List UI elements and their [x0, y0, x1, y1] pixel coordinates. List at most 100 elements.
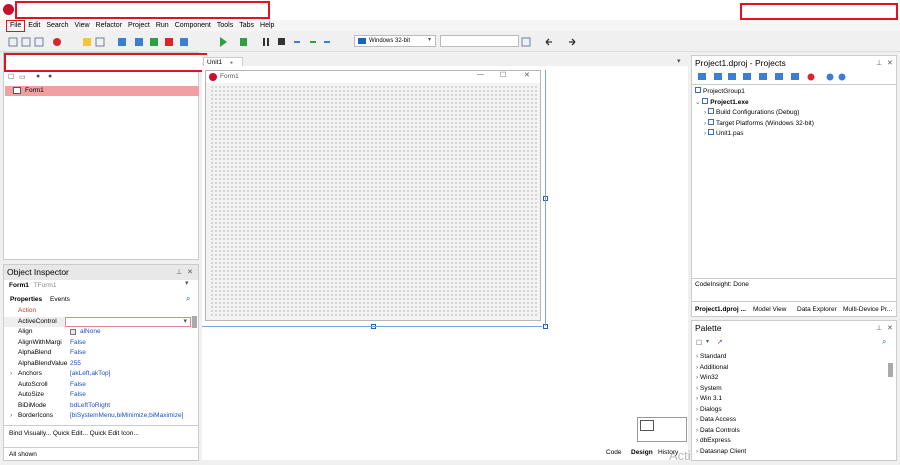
close-icon[interactable]: ✕: [187, 268, 193, 276]
editor-tabs-chevron-down-icon[interactable]: ▾: [677, 57, 681, 65]
tab-properties[interactable]: Properties: [10, 296, 42, 303]
form-minimap[interactable]: [637, 417, 687, 442]
property-value[interactable]: False: [70, 348, 86, 359]
structure-tree-item[interactable]: Form1: [5, 86, 199, 96]
chevron-down-icon[interactable]: ▾: [185, 279, 189, 287]
property-checkbox[interactable]: [70, 329, 76, 335]
property-value[interactable]: bdLeftToRight: [70, 401, 110, 412]
project-tree-item[interactable]: › Build Configurations (Debug): [704, 108, 799, 116]
active-control-dropdown[interactable]: ▾: [65, 316, 191, 328]
tree-chevron-icon[interactable]: ›: [704, 109, 706, 116]
palette-category[interactable]: › Dialogs: [696, 406, 722, 413]
tree-chevron-icon[interactable]: ⌄: [695, 99, 700, 106]
form-grid[interactable]: [210, 85, 538, 318]
property-row[interactable]: AlphaBlend False: [4, 348, 192, 359]
menu-refactor[interactable]: Refactor: [93, 21, 125, 31]
move-up-icon[interactable]: ●: [36, 73, 40, 80]
property-value[interactable]: [biSystemMenu,biMinimize,biMaximize]: [70, 411, 183, 422]
dropdown-chevron-down-icon[interactable]: ▾: [183, 317, 187, 328]
chevron-right-icon[interactable]: ›: [696, 353, 698, 360]
property-scrollbar[interactable]: [192, 316, 197, 328]
palette-scrollbar[interactable]: [888, 363, 893, 377]
move-down-icon[interactable]: ●: [48, 73, 52, 80]
palette-category[interactable]: › Win32: [696, 374, 718, 381]
property-value[interactable]: False: [70, 390, 86, 401]
palette-category[interactable]: › Standard: [696, 353, 726, 360]
chevron-right-icon[interactable]: ›: [696, 416, 698, 423]
tab-data-explorer[interactable]: Data Explorer: [797, 306, 837, 313]
form-close-icon[interactable]: ✕: [524, 71, 530, 79]
search-icon[interactable]: ⌕: [186, 294, 190, 304]
palette-search-icon[interactable]: ⌕: [882, 337, 886, 347]
property-row[interactable]: Action: [4, 306, 192, 317]
property-value[interactable]: [akLeft,akTop]: [70, 369, 110, 380]
palette-category[interactable]: › Datasnap Client: [696, 448, 746, 455]
cursor-icon[interactable]: ➚: [717, 338, 723, 346]
palette-pin-icon[interactable]: ⊥: [876, 324, 882, 332]
property-value[interactable]: False: [70, 380, 86, 391]
tab-events[interactable]: Events: [50, 296, 70, 303]
menu-search[interactable]: Search: [43, 21, 71, 31]
property-row[interactable]: AlignWithMargi False: [4, 338, 192, 349]
tab-model-view[interactable]: Model View: [753, 306, 786, 313]
palette-category[interactable]: › Data Controls: [696, 427, 740, 434]
chevron-right-icon[interactable]: ›: [696, 364, 698, 371]
tab-code[interactable]: Code: [606, 445, 622, 460]
structure-expand-icon[interactable]: ☐: [8, 73, 14, 81]
projects-pin-icon[interactable]: ⊥: [876, 59, 882, 67]
menu-tools[interactable]: Tools: [214, 21, 236, 31]
expand-chevron-icon[interactable]: ›: [10, 411, 12, 422]
menu-tabs[interactable]: Tabs: [236, 21, 257, 31]
menu-component[interactable]: Component: [172, 21, 214, 31]
platform-select[interactable]: Windows 32-bit: [354, 35, 436, 47]
palette-category[interactable]: › dbExpress: [696, 437, 731, 444]
project-tree-item[interactable]: ⌄ Project1.exe: [695, 97, 749, 106]
chevron-right-icon[interactable]: ›: [696, 448, 698, 455]
palette-new-icon[interactable]: ☐: [696, 339, 702, 347]
chevron-right-icon[interactable]: ›: [696, 385, 698, 392]
structure-folder-icon[interactable]: ▭: [19, 73, 26, 81]
property-value[interactable]: alNone: [80, 327, 101, 338]
menu-view[interactable]: View: [72, 21, 93, 31]
top-search-redacted[interactable]: [740, 3, 898, 20]
chevron-right-icon[interactable]: ›: [696, 374, 698, 381]
menu-file[interactable]: File: [6, 19, 26, 32]
configuration-input[interactable]: [440, 35, 519, 47]
property-row[interactable]: AutoScroll False: [4, 380, 192, 391]
pin-icon[interactable]: ⊥: [176, 268, 182, 276]
palette-category[interactable]: › Data Access: [696, 416, 736, 423]
property-value[interactable]: False: [70, 338, 86, 349]
form-window[interactable]: Form1 — ☐ ✕: [205, 70, 541, 321]
chevron-right-icon[interactable]: ›: [696, 406, 698, 413]
tab-design[interactable]: Design: [628, 445, 653, 460]
chevron-right-icon[interactable]: ›: [696, 437, 698, 444]
palette-category[interactable]: › Additional: [696, 364, 728, 371]
tab-projects[interactable]: Project1.dproj ...: [695, 306, 746, 313]
property-row[interactable]: › BorderIcons [biSystemMenu,biMinimize,biM…: [4, 411, 192, 422]
projects-close-icon[interactable]: ✕: [887, 59, 893, 67]
property-row[interactable]: BiDiMode bdLeftToRight: [4, 401, 192, 412]
tab-multi-device[interactable]: Multi-Device Pr...: [843, 306, 892, 313]
tree-chevron-icon[interactable]: ›: [704, 120, 706, 127]
property-row[interactable]: › Anchors [akLeft,akTop]: [4, 369, 192, 380]
tree-chevron-icon[interactable]: ›: [704, 130, 706, 137]
property-row[interactable]: AutoSize False: [4, 390, 192, 401]
palette-category[interactable]: › Win 3.1: [696, 395, 722, 402]
object-inspector-actions[interactable]: Bind Visually... Quick Edit... Quick Edi…: [9, 430, 139, 437]
project-tree-item[interactable]: ProjectGroup1: [695, 87, 745, 95]
platform-chevron-down-icon[interactable]: ▾: [428, 36, 431, 43]
expand-chevron-icon[interactable]: ›: [10, 369, 12, 380]
property-row[interactable]: Align alNone: [4, 327, 192, 338]
palette-category[interactable]: › System: [696, 385, 722, 392]
property-value[interactable]: 255: [70, 359, 81, 370]
project-tree-item[interactable]: › Unit1.pas: [704, 129, 743, 137]
property-row[interactable]: ActiveControl ▾: [4, 316, 192, 328]
menu-project[interactable]: Project: [125, 21, 153, 31]
project-tree-item[interactable]: › Target Platforms (Windows 32-bit): [704, 118, 814, 127]
menu-help[interactable]: Help: [257, 21, 277, 31]
chevron-right-icon[interactable]: ›: [696, 395, 698, 402]
menu-edit[interactable]: Edit: [25, 21, 43, 31]
menu-run[interactable]: Run: [153, 21, 172, 31]
structure-toolbar-redacted[interactable]: [4, 53, 207, 72]
app-logo-icon[interactable]: [3, 4, 14, 15]
